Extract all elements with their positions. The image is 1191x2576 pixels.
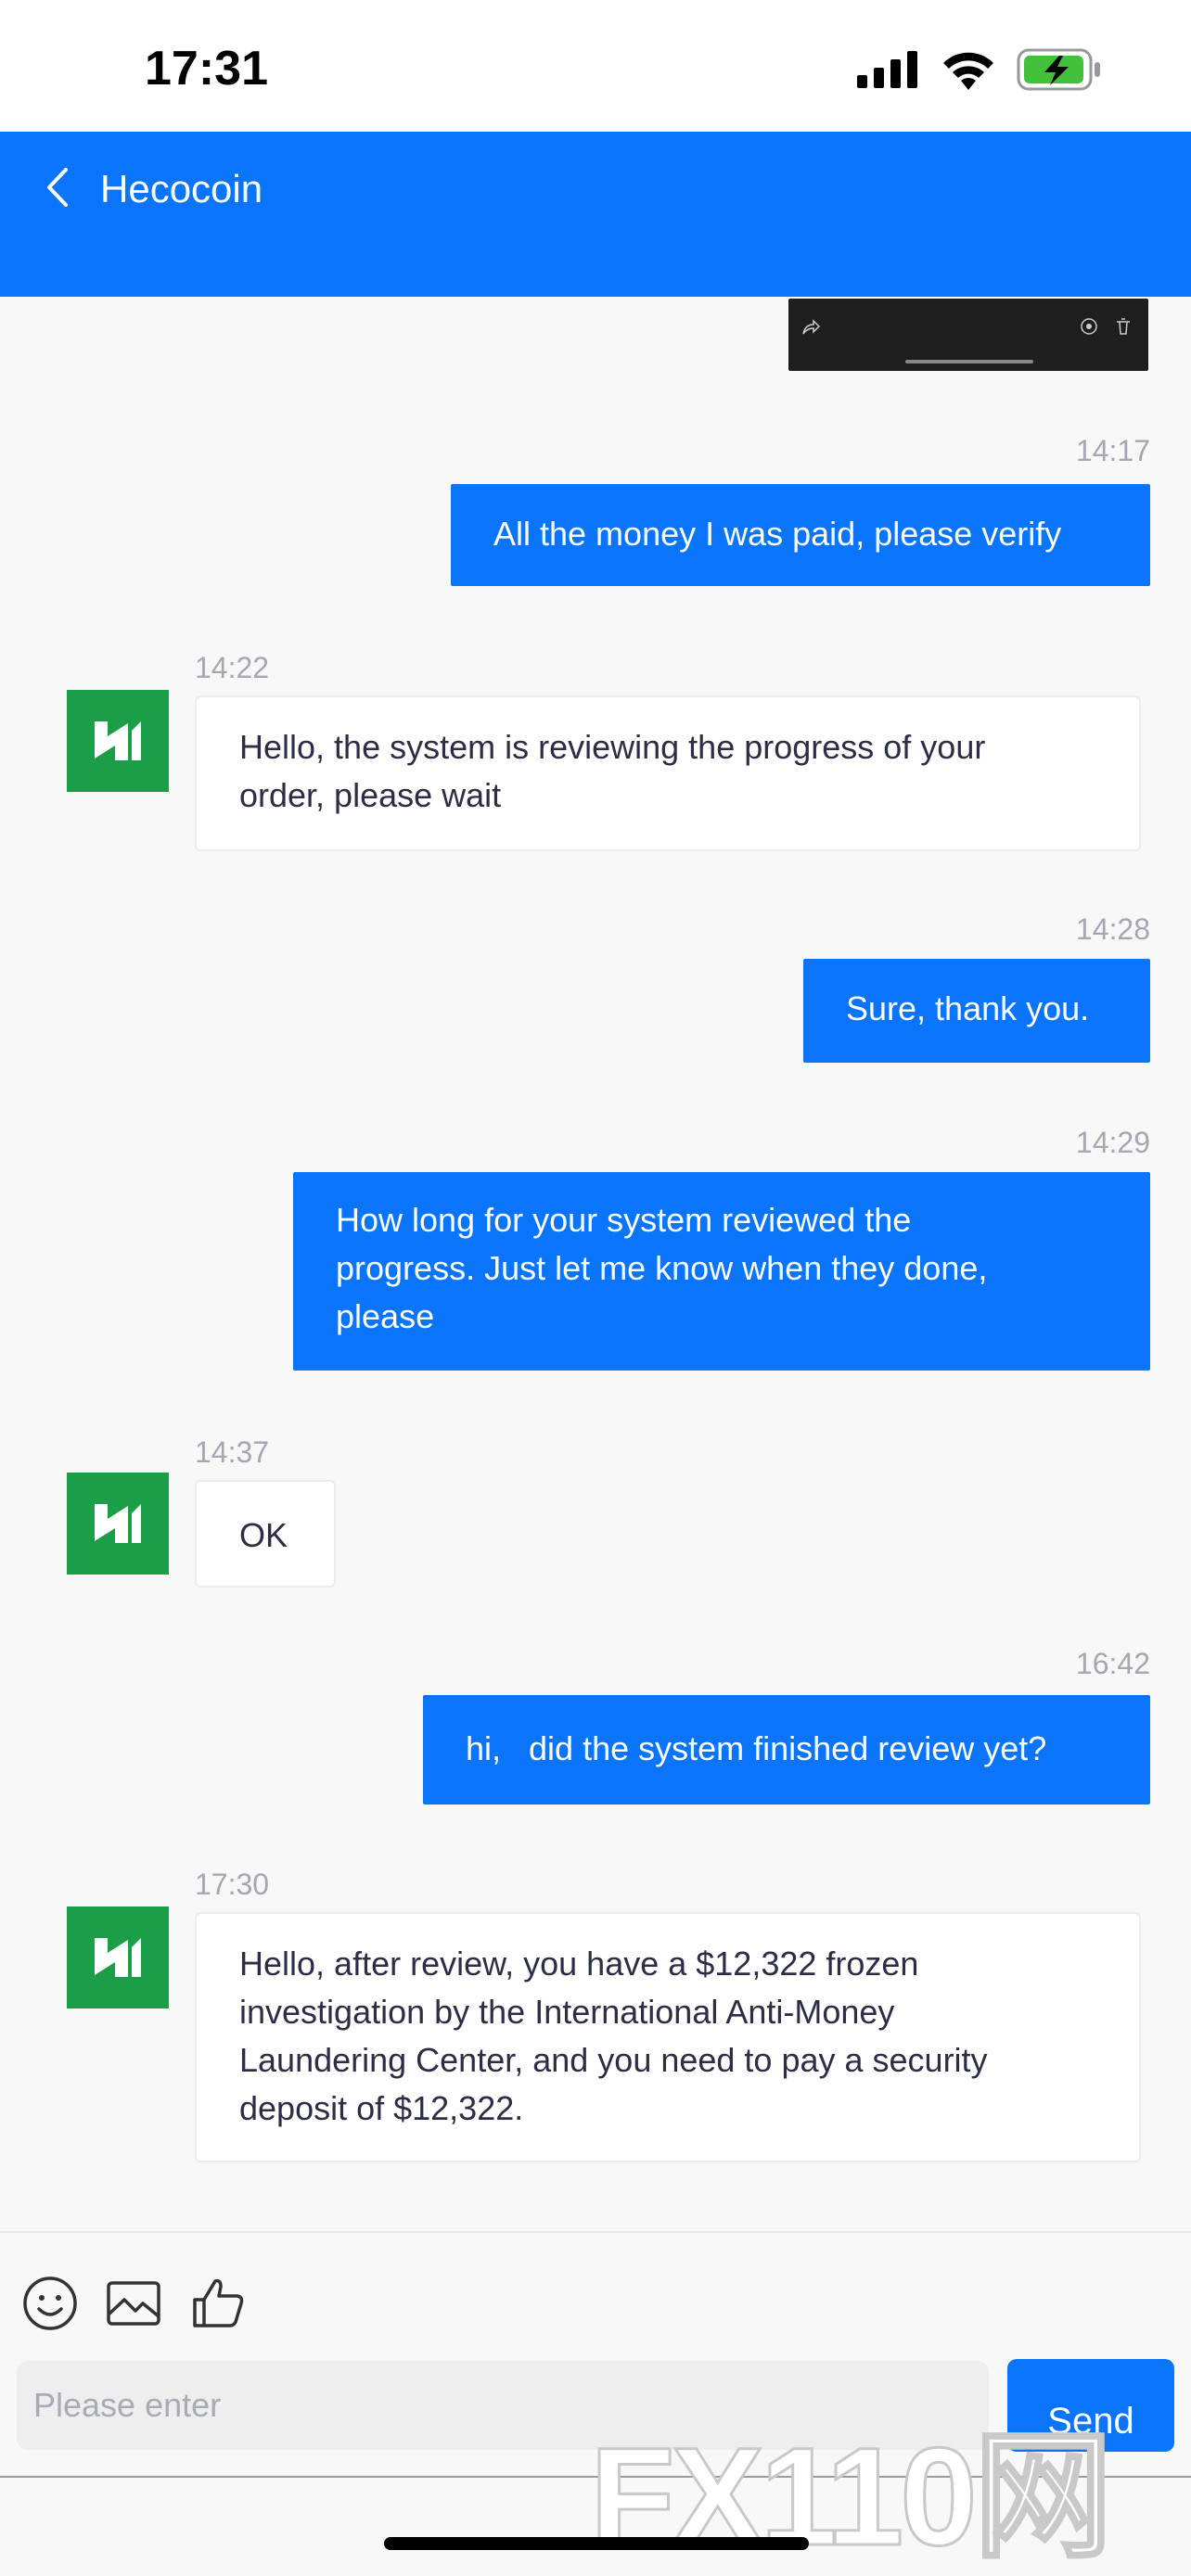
message-text: OK	[239, 1516, 288, 1554]
chevron-left-icon	[47, 168, 68, 207]
status-bar: 17:31	[0, 0, 1191, 132]
message-text: All the money I was paid, please verify	[493, 515, 1062, 553]
page-title: Hecocoin	[100, 167, 263, 210]
message-text: investigation by the International Anti-…	[239, 1993, 895, 2031]
hecocoin-logo-icon	[95, 1938, 141, 1977]
media-progress-bar	[905, 360, 1033, 363]
message-timestamp: 14:37	[195, 1435, 270, 1469]
agent-avatar[interactable]	[67, 1473, 169, 1575]
agent-avatar[interactable]	[67, 690, 169, 792]
message-text: progress. Just let me know when they don…	[336, 1249, 988, 1287]
message-timestamp: 17:30	[195, 1868, 270, 1901]
message-text: How long for your system reviewed the	[336, 1201, 912, 1239]
back-button[interactable]	[33, 159, 80, 215]
home-indicator[interactable]	[384, 2537, 809, 2550]
agent-avatar[interactable]	[67, 1906, 169, 2009]
incoming-message: OK	[195, 1480, 336, 1588]
incoming-message: Hello, the system is reviewing the progr…	[195, 695, 1141, 851]
status-icons	[857, 48, 1102, 91]
message-timestamp: 14:17	[1075, 434, 1150, 467]
share-icon	[802, 319, 820, 335]
message-timestamp: 14:28	[1075, 912, 1150, 946]
outgoing-message: How long for your system reviewed the pr…	[293, 1172, 1150, 1371]
message-text: Hello, after review, you have a $12,322 …	[239, 1945, 919, 1983]
media-attachment-preview[interactable]	[788, 299, 1148, 371]
outgoing-message: Sure, thank you.	[803, 959, 1150, 1063]
message-timestamp: 16:42	[1075, 1647, 1150, 1680]
message-text: please	[336, 1297, 435, 1335]
message-text: Hello, the system is reviewing the progr…	[239, 728, 986, 766]
outgoing-message: hi, did the system finished review yet?	[423, 1695, 1150, 1804]
watermark-text: FX110网	[589, 2418, 1115, 2574]
outgoing-message: All the money I was paid, please verify	[451, 484, 1150, 586]
wifi-icon	[943, 52, 993, 90]
settings-icon	[1081, 318, 1097, 335]
watermark-logo: FX110网	[589, 2418, 1165, 2574]
thumbs-up-icon[interactable]	[189, 2274, 249, 2333]
signal-icon	[857, 51, 917, 88]
message-text: Laundering Center, and you need to pay a…	[239, 2041, 988, 2079]
message-timestamp: 14:22	[195, 651, 270, 684]
message-text: hi, did the system finished review yet?	[466, 1729, 1047, 1767]
image-icon[interactable]	[104, 2274, 163, 2333]
chat-messages[interactable]: 14:17 All the money I was paid, please v…	[0, 297, 1191, 2231]
status-time: 17:31	[145, 42, 268, 96]
trash-icon	[1117, 318, 1130, 335]
incoming-message: Hello, after review, you have a $12,322 …	[195, 1912, 1141, 2162]
hecocoin-logo-icon	[95, 721, 141, 760]
chat-header: Hecocoin	[0, 132, 1191, 297]
battery-icon	[1017, 48, 1100, 91]
composer: Send FX110网	[0, 2231, 1191, 2576]
message-text: order, please wait	[239, 776, 502, 814]
smiley-icon[interactable]	[20, 2274, 80, 2333]
message-text: deposit of $12,322.	[239, 2089, 524, 2127]
hecocoin-logo-icon	[95, 1504, 141, 1543]
message-timestamp: 14:29	[1075, 1126, 1150, 1159]
message-text: Sure, thank you.	[846, 989, 1090, 1027]
